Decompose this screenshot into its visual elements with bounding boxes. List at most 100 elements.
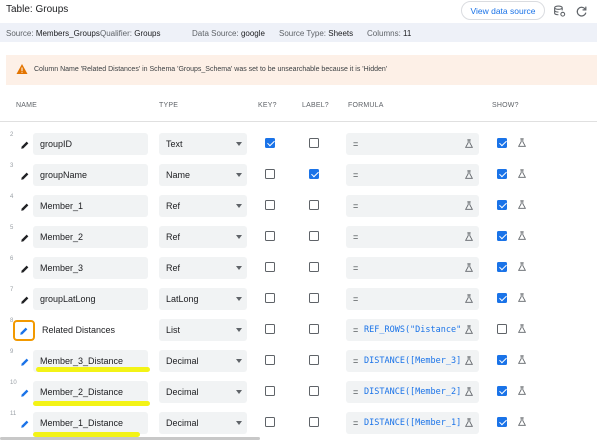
column-type-select[interactable]: List bbox=[159, 319, 247, 341]
beaker-icon[interactable] bbox=[464, 200, 474, 212]
label-checkbox[interactable] bbox=[309, 262, 319, 272]
pencil-icon[interactable] bbox=[13, 320, 35, 341]
show-checkbox[interactable] bbox=[497, 417, 507, 427]
view-data-source-button[interactable]: View data source bbox=[461, 1, 545, 20]
formula-field[interactable]: = DISTANCE([Member_1] bbox=[346, 412, 479, 434]
label-checkbox[interactable] bbox=[309, 417, 319, 427]
label-checkbox[interactable] bbox=[309, 355, 319, 365]
key-checkbox[interactable] bbox=[265, 169, 275, 179]
show-checkbox[interactable] bbox=[497, 200, 507, 210]
column-type-text: Name bbox=[166, 170, 191, 180]
beaker-icon[interactable] bbox=[517, 354, 527, 366]
pencil-icon[interactable] bbox=[19, 170, 31, 182]
key-checkbox[interactable] bbox=[265, 200, 275, 210]
pencil-icon[interactable] bbox=[19, 356, 31, 368]
show-checkbox[interactable] bbox=[497, 169, 507, 179]
label-checkbox[interactable] bbox=[309, 169, 319, 179]
formula-field[interactable]: = DISTANCE([Member_3] bbox=[346, 350, 479, 372]
pencil-icon[interactable] bbox=[19, 387, 31, 399]
formula-field[interactable]: = bbox=[346, 133, 479, 155]
pencil-icon[interactable] bbox=[19, 232, 31, 244]
column-type-select[interactable]: Decimal bbox=[159, 381, 247, 403]
column-type-select[interactable]: Decimal bbox=[159, 412, 247, 434]
label-checkbox[interactable] bbox=[309, 386, 319, 396]
formula-text: DISTANCE([Member_1] bbox=[364, 418, 462, 428]
pencil-icon[interactable] bbox=[19, 294, 31, 306]
show-checkbox[interactable] bbox=[497, 355, 507, 365]
column-name-text[interactable]: Related Distances bbox=[42, 325, 115, 335]
beaker-icon[interactable] bbox=[464, 324, 474, 336]
key-checkbox[interactable] bbox=[265, 231, 275, 241]
show-checkbox[interactable] bbox=[497, 262, 507, 272]
pencil-icon[interactable] bbox=[19, 418, 31, 430]
beaker-icon[interactable] bbox=[464, 293, 474, 305]
beaker-icon[interactable] bbox=[517, 230, 527, 242]
column-name-field[interactable]: groupLatLong bbox=[33, 288, 148, 310]
row-number: 10 bbox=[10, 380, 17, 386]
column-name-field[interactable]: Member_2 bbox=[33, 226, 148, 248]
columns-grid: 2 groupID Text = 3 groupName Name = 4 Me… bbox=[0, 117, 597, 442]
label-checkbox[interactable] bbox=[309, 200, 319, 210]
key-checkbox[interactable] bbox=[265, 386, 275, 396]
datasource-info: Data Source: google bbox=[192, 29, 265, 38]
label-checkbox[interactable] bbox=[309, 324, 319, 334]
key-checkbox[interactable] bbox=[265, 293, 275, 303]
formula-field[interactable]: = bbox=[346, 288, 479, 310]
show-checkbox[interactable] bbox=[497, 138, 507, 148]
label-checkbox[interactable] bbox=[309, 138, 319, 148]
key-checkbox[interactable] bbox=[265, 417, 275, 427]
formula-field[interactable]: = bbox=[346, 195, 479, 217]
column-name-field[interactable]: Member_3 bbox=[33, 257, 148, 279]
beaker-icon[interactable] bbox=[464, 262, 474, 274]
beaker-icon[interactable] bbox=[517, 261, 527, 273]
beaker-icon[interactable] bbox=[517, 137, 527, 149]
beaker-icon[interactable] bbox=[517, 416, 527, 428]
show-checkbox[interactable] bbox=[497, 324, 507, 334]
row-number: 2 bbox=[10, 132, 14, 138]
beaker-icon[interactable] bbox=[517, 199, 527, 211]
refresh-icon[interactable] bbox=[573, 3, 589, 19]
beaker-icon[interactable] bbox=[517, 323, 527, 335]
beaker-icon[interactable] bbox=[464, 138, 474, 150]
key-checkbox[interactable] bbox=[265, 324, 275, 334]
column-type-select[interactable]: LatLong bbox=[159, 288, 247, 310]
formula-field[interactable]: = bbox=[346, 226, 479, 248]
beaker-icon[interactable] bbox=[517, 292, 527, 304]
beaker-icon[interactable] bbox=[464, 169, 474, 181]
key-checkbox[interactable] bbox=[265, 138, 275, 148]
qualifier-info: Qualifier: Groups bbox=[100, 29, 161, 38]
column-type-select[interactable]: Ref bbox=[159, 226, 247, 248]
column-type-select[interactable]: Name bbox=[159, 164, 247, 186]
formula-field[interactable]: = bbox=[346, 257, 479, 279]
database-settings-icon[interactable] bbox=[551, 3, 567, 19]
beaker-icon[interactable] bbox=[517, 168, 527, 180]
column-name-field[interactable]: groupName bbox=[33, 164, 148, 186]
show-checkbox[interactable] bbox=[497, 231, 507, 241]
label-checkbox[interactable] bbox=[309, 293, 319, 303]
column-name-field[interactable]: groupID bbox=[33, 133, 148, 155]
column-name-field[interactable]: Member_1_Distance bbox=[33, 412, 148, 434]
column-name-field[interactable]: Member_1 bbox=[33, 195, 148, 217]
formula-field[interactable]: = bbox=[346, 164, 479, 186]
column-name-field[interactable]: Member_2_Distance bbox=[33, 381, 148, 403]
formula-field[interactable]: = REF_ROWS("Distance" bbox=[346, 319, 479, 341]
beaker-icon[interactable] bbox=[517, 385, 527, 397]
pencil-icon[interactable] bbox=[19, 263, 31, 275]
column-type-select[interactable]: Ref bbox=[159, 257, 247, 279]
beaker-icon[interactable] bbox=[464, 231, 474, 243]
pencil-icon[interactable] bbox=[19, 139, 31, 151]
show-checkbox[interactable] bbox=[497, 386, 507, 396]
beaker-icon[interactable] bbox=[464, 417, 474, 429]
beaker-icon[interactable] bbox=[464, 355, 474, 367]
horizontal-scrollbar[interactable] bbox=[0, 437, 260, 440]
key-checkbox[interactable] bbox=[265, 355, 275, 365]
key-checkbox[interactable] bbox=[265, 262, 275, 272]
column-type-select[interactable]: Ref bbox=[159, 195, 247, 217]
column-type-select[interactable]: Decimal bbox=[159, 350, 247, 372]
pencil-icon[interactable] bbox=[19, 201, 31, 213]
show-checkbox[interactable] bbox=[497, 293, 507, 303]
label-checkbox[interactable] bbox=[309, 231, 319, 241]
formula-field[interactable]: = DISTANCE([Member_2] bbox=[346, 381, 479, 403]
beaker-icon[interactable] bbox=[464, 386, 474, 398]
column-type-select[interactable]: Text bbox=[159, 133, 247, 155]
